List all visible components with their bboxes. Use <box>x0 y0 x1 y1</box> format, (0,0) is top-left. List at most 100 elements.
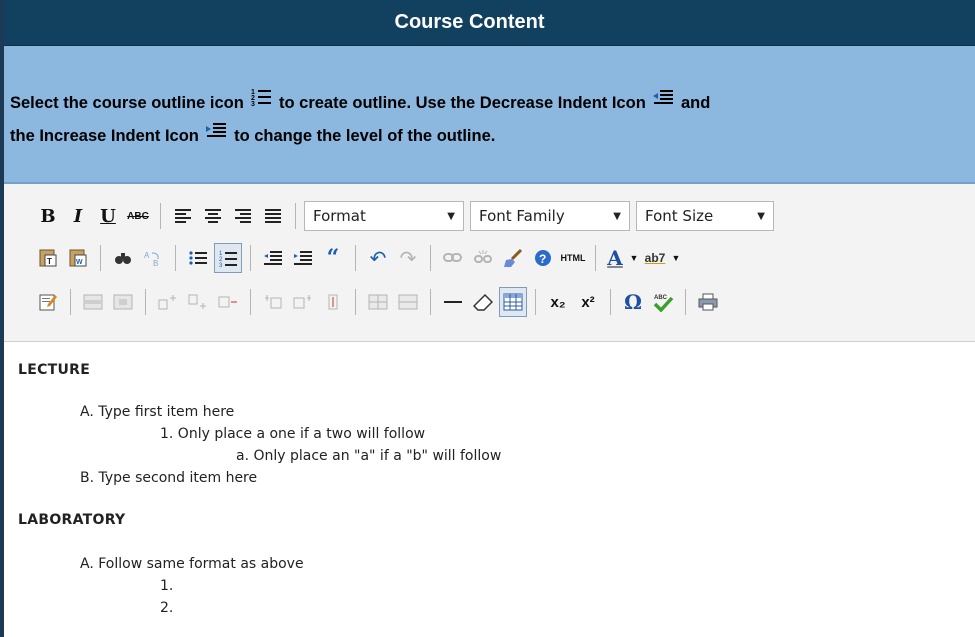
outline-item: B. Type second item here <box>80 470 258 486</box>
align-left-icon[interactable] <box>169 201 197 231</box>
chevron-down-icon: ▼ <box>757 210 765 222</box>
instructions-line-1: Select the course outline icon 1 2 3 to … <box>10 86 975 120</box>
spellcheck-icon[interactable]: ABC <box>649 287 677 317</box>
cell-props-icon[interactable] <box>109 287 137 317</box>
toolbar-separator <box>70 289 71 315</box>
superscript-button[interactable]: x² <box>574 287 602 317</box>
align-center-icon[interactable] <box>199 201 227 231</box>
align-right-icon[interactable] <box>229 201 257 231</box>
redo-icon[interactable]: ↷ <box>394 243 422 273</box>
increase-indent-button[interactable] <box>289 243 317 273</box>
toolbar-separator <box>160 203 161 229</box>
blockquote-button[interactable]: “ <box>319 243 347 273</box>
special-char-button[interactable]: Ω <box>619 287 647 317</box>
font-size-select-label: Font Size <box>645 207 714 225</box>
toolbar-separator <box>610 289 611 315</box>
delete-col-icon[interactable] <box>319 287 347 317</box>
toolbar-separator <box>355 289 356 315</box>
table-icon[interactable] <box>499 287 527 317</box>
instructions-line-2: the Increase Indent Icon to change the l… <box>10 120 975 153</box>
instructions-text: and <box>680 94 711 112</box>
laboratory-heading: LABORATORY <box>18 512 126 528</box>
insert-col-after-icon[interactable] <box>289 287 317 317</box>
paste-word-icon[interactable]: W <box>64 243 92 273</box>
chevron-down-icon: ▼ <box>613 210 621 222</box>
font-color-button[interactable]: A <box>604 243 626 273</box>
toolbar-row-1: B I U ABC Format ▼ Font Family ▼ Font Si… <box>4 196 975 236</box>
toolbar-separator <box>595 245 596 271</box>
decrease-indent-button[interactable] <box>259 243 287 273</box>
toolbar-separator <box>145 289 146 315</box>
link-icon[interactable] <box>439 243 467 273</box>
toolbar-separator <box>685 289 686 315</box>
find-icon[interactable] <box>109 243 137 273</box>
lecture-heading: LECTURE <box>18 362 91 378</box>
undo-icon[interactable]: ↶ <box>364 243 392 273</box>
toolbar-separator <box>535 289 536 315</box>
paste-text-icon[interactable]: T <box>34 243 62 273</box>
editor-toolbar: B I U ABC Format ▼ Font Family ▼ Font Si… <box>4 184 975 342</box>
insert-col-before-icon[interactable] <box>259 287 287 317</box>
replace-icon[interactable]: AB <box>139 243 167 273</box>
toolbar-separator <box>175 245 176 271</box>
eraser-icon[interactable] <box>469 287 497 317</box>
help-icon[interactable]: ? <box>529 243 557 273</box>
highlight-color-button[interactable]: ab7 <box>642 243 668 273</box>
toolbar-separator <box>430 245 431 271</box>
svg-text:W: W <box>76 259 83 266</box>
panel-header: Course Content <box>4 0 975 46</box>
toolbar-row-2: T W AB 123 “ ↶ ↷ ? HTML A ▼ ab7 ▼ <box>4 238 975 278</box>
insert-row-after-icon[interactable] <box>184 287 212 317</box>
svg-text:B: B <box>153 259 158 267</box>
bullet-list-icon[interactable] <box>184 243 212 273</box>
toolbar-separator <box>250 289 251 315</box>
svg-text:3: 3 <box>219 263 223 268</box>
cleanup-broom-icon[interactable] <box>499 243 527 273</box>
merge-cells-icon[interactable] <box>394 287 422 317</box>
font-family-select[interactable]: Font Family ▼ <box>470 201 630 231</box>
horizontal-rule-icon[interactable] <box>439 287 467 317</box>
toolbar-row-3: x₂ x² Ω ABC <box>4 282 975 322</box>
instructions-text: to change the level of the outline. <box>234 127 496 145</box>
edit-pencil-icon[interactable] <box>34 287 62 317</box>
format-select[interactable]: Format ▼ <box>304 201 464 231</box>
toolbar-separator <box>355 245 356 271</box>
underline-button[interactable]: U <box>94 201 122 231</box>
align-justify-icon[interactable] <box>259 201 287 231</box>
editor-content-area[interactable]: LECTURE A. Type first item here 1. Only … <box>4 342 975 637</box>
italic-button[interactable]: I <box>64 201 92 231</box>
instructions-text: the Increase Indent Icon <box>10 127 199 145</box>
subscript-button[interactable]: x₂ <box>544 287 572 317</box>
strikethrough-button[interactable]: ABC <box>124 201 152 231</box>
font-family-select-label: Font Family <box>479 207 565 225</box>
bold-button[interactable]: B <box>34 201 62 231</box>
outline-item: 1. <box>160 578 174 594</box>
unlink-icon[interactable] <box>469 243 497 273</box>
toolbar-separator <box>100 245 101 271</box>
instructions-text: Select the course outline icon <box>10 94 244 112</box>
insert-row-before-icon[interactable] <box>154 287 182 317</box>
chevron-down-icon[interactable]: ▼ <box>670 243 682 273</box>
svg-text:3: 3 <box>251 101 255 108</box>
instructions-text: to create outline. Use the Decrease Inde… <box>279 94 646 112</box>
svg-text:ABC: ABC <box>654 295 668 301</box>
chevron-down-icon[interactable]: ▼ <box>628 243 640 273</box>
row-props-icon[interactable] <box>79 287 107 317</box>
svg-text:A: A <box>144 251 150 260</box>
delete-row-icon[interactable] <box>214 287 242 317</box>
instructions-box: Select the course outline icon 1 2 3 to … <box>4 46 975 184</box>
numbered-list-button[interactable]: 123 <box>214 243 242 273</box>
html-source-button[interactable]: HTML <box>559 243 587 273</box>
numbered-list-icon: 1 2 3 <box>250 86 272 120</box>
outline-item: 2. <box>160 600 174 616</box>
chevron-down-icon: ▼ <box>447 210 455 222</box>
font-size-select[interactable]: Font Size ▼ <box>636 201 774 231</box>
panel-title: Course Content <box>394 11 545 33</box>
outline-item: a. Only place an "a" if a "b" will follo… <box>236 448 502 464</box>
decrease-indent-icon <box>652 87 674 120</box>
split-cells-icon[interactable] <box>364 287 392 317</box>
print-icon[interactable] <box>694 287 722 317</box>
toolbar-separator <box>430 289 431 315</box>
increase-indent-icon <box>205 120 227 153</box>
outline-item: A. Follow same format as above <box>80 556 304 572</box>
